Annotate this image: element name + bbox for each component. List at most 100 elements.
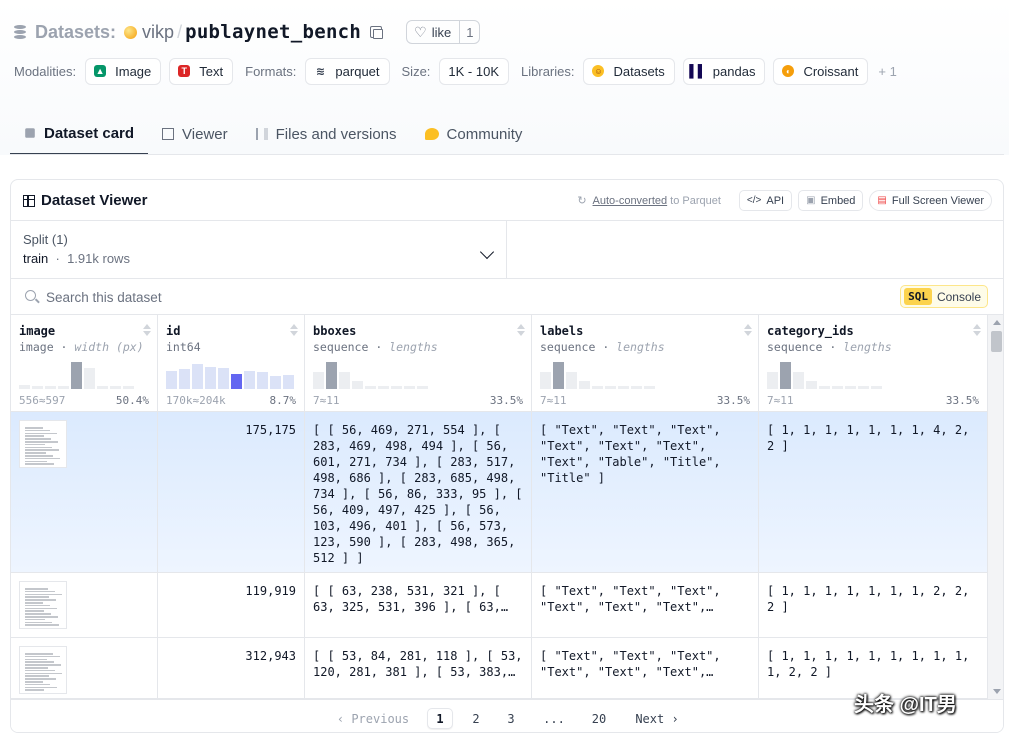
histogram-bar[interactable] (313, 372, 324, 389)
column-histogram[interactable] (540, 359, 751, 389)
bboxes-cell[interactable]: [ [ 56, 469, 271, 554 ], [ 283, 469, 498… (305, 412, 532, 572)
image-thumbnail[interactable] (19, 581, 67, 629)
histogram-bar[interactable] (339, 372, 350, 389)
scroll-down-icon[interactable] (993, 689, 1001, 694)
modality-chip-text[interactable]: T Text (169, 57, 234, 85)
image-cell[interactable] (11, 638, 158, 698)
table-scrollbar[interactable] (987, 315, 1003, 699)
histogram-bar[interactable] (845, 386, 856, 389)
column-header[interactable]: labels sequence · lengths 7≈11 33.5% (532, 315, 758, 412)
search-input[interactable] (46, 287, 546, 307)
id-cell[interactable]: 175,175 (158, 412, 305, 572)
histogram-bar[interactable] (566, 372, 577, 389)
category-ids-cell[interactable]: [ 1, 1, 1, 1, 1, 1, 1, 2, 2, 2 ] (759, 573, 987, 637)
id-cell[interactable]: 119,919 (158, 573, 305, 637)
histogram-bar[interactable] (231, 373, 242, 389)
histogram-bar[interactable] (110, 386, 121, 389)
tab-viewer[interactable]: Viewer (148, 113, 242, 155)
format-chip-parquet[interactable]: ≋ parquet (305, 57, 390, 85)
sql-console-button[interactable]: SQL Console (900, 285, 988, 308)
histogram-bar[interactable] (257, 372, 268, 389)
histogram-bar[interactable] (592, 386, 603, 389)
labels-cell[interactable]: [ "Text", "Text", "Text", "Text", "Text"… (532, 412, 759, 572)
histogram-bar[interactable] (123, 386, 134, 389)
sort-icon[interactable] (744, 324, 752, 336)
column-header[interactable]: image image · width (px) 556≈597 50.4% (11, 315, 157, 412)
histogram-bar[interactable] (819, 386, 830, 389)
histogram-bar[interactable] (391, 386, 402, 389)
column-header[interactable]: id int64 170k≈204k 8.7% (158, 315, 304, 412)
histogram-bar[interactable] (832, 386, 843, 389)
tab-files-and-versions[interactable]: Files and versions (242, 113, 411, 155)
section-label[interactable]: Datasets (35, 22, 110, 43)
histogram-bar[interactable] (179, 369, 190, 389)
owner-avatar[interactable] (124, 25, 138, 39)
library-chip-croissant[interactable]: ◐ Croissant (773, 57, 869, 85)
column-histogram[interactable] (166, 359, 297, 389)
histogram-bar[interactable] (618, 386, 629, 389)
histogram-bar[interactable] (579, 380, 590, 389)
histogram-bar[interactable] (19, 384, 30, 389)
category-ids-cell[interactable]: [ 1, 1, 1, 1, 1, 1, 1, 4, 2, 2 ] (759, 412, 987, 572)
image-cell[interactable] (11, 573, 158, 637)
histogram-bar[interactable] (352, 380, 363, 389)
column-header[interactable]: category_ids sequence · lengths 7≈11 33.5% (759, 315, 987, 412)
image-thumbnail[interactable] (19, 646, 67, 694)
column-histogram[interactable] (19, 359, 150, 389)
histogram-bar[interactable] (84, 368, 95, 389)
id-cell[interactable]: 312,943 (158, 638, 305, 698)
histogram-bar[interactable] (365, 386, 376, 389)
histogram-bar[interactable] (553, 362, 564, 389)
histogram-bar[interactable] (166, 370, 177, 389)
column-header[interactable]: bboxes sequence · lengths 7≈11 33.5% (305, 315, 531, 412)
scroll-thumb[interactable] (991, 331, 1002, 352)
histogram-bar[interactable] (793, 372, 804, 389)
image-thumbnail[interactable] (19, 420, 67, 468)
histogram-bar[interactable] (806, 380, 817, 389)
histogram-bar[interactable] (58, 386, 69, 389)
like-button[interactable]: ♡ like 1 (406, 20, 481, 44)
bboxes-cell[interactable]: [ [ 53, 84, 281, 118 ], [ 53, 120, 281, … (305, 638, 532, 698)
page-1-button[interactable]: 1 (427, 708, 453, 729)
library-chip-datasets[interactable]: ☺ Datasets (583, 57, 675, 85)
histogram-bar[interactable] (404, 386, 415, 389)
image-cell[interactable] (11, 412, 158, 572)
sort-icon[interactable] (290, 324, 298, 336)
previous-page-button[interactable]: ‹ Previous (334, 708, 412, 729)
histogram-bar[interactable] (270, 376, 281, 389)
histogram-bar[interactable] (417, 386, 428, 389)
owner-link[interactable]: vikp (142, 22, 174, 43)
sort-icon[interactable] (143, 324, 151, 336)
auto-converted-link[interactable]: Auto-converted (593, 195, 668, 207)
histogram-bar[interactable] (631, 386, 642, 389)
histogram-bar[interactable] (45, 386, 56, 389)
full-screen-button[interactable]: ▤ Full Screen Viewer (869, 190, 992, 211)
library-chip-pandas[interactable]: ▌▌ pandas (682, 57, 766, 85)
histogram-bar[interactable] (780, 362, 791, 389)
labels-cell[interactable]: [ "Text", "Text", "Text", "Text", "Text"… (532, 638, 759, 698)
histogram-bar[interactable] (644, 386, 655, 389)
histogram-bar[interactable] (605, 386, 616, 389)
histogram-bar[interactable] (326, 362, 337, 389)
histogram-bar[interactable] (767, 372, 778, 389)
histogram-bar[interactable] (244, 370, 255, 389)
histogram-bar[interactable] (858, 386, 869, 389)
histogram-bar[interactable] (540, 372, 551, 389)
histogram-bar[interactable] (378, 386, 389, 389)
table-row[interactable]: 312,943 [ [ 53, 84, 281, 118 ], [ 53, 120… (11, 638, 987, 699)
histogram-bar[interactable] (205, 366, 216, 389)
sort-icon[interactable] (517, 324, 525, 336)
split-dropdown[interactable]: Split (1) train · 1.91k rows (11, 221, 507, 279)
api-button[interactable]: </> API (738, 190, 793, 211)
repo-name[interactable]: publaynet_bench (185, 21, 361, 43)
bboxes-cell[interactable]: [ [ 63, 238, 531, 321 ], [ 63, 325, 531,… (305, 573, 532, 637)
size-chip[interactable]: 1K - 10K (439, 57, 510, 85)
embed-button[interactable]: ▣ Embed (798, 190, 864, 211)
table-row[interactable]: 175,175 [ [ 56, 469, 271, 554 ], [ 283, 4… (11, 412, 987, 573)
histogram-bar[interactable] (871, 386, 882, 389)
next-page-button[interactable]: Next › (629, 708, 685, 729)
table-row[interactable]: 119,919 [ [ 63, 238, 531, 321 ], [ 63, 32… (11, 573, 987, 638)
scroll-up-icon[interactable] (993, 320, 1001, 325)
column-histogram[interactable] (313, 359, 524, 389)
histogram-bar[interactable] (32, 386, 43, 389)
